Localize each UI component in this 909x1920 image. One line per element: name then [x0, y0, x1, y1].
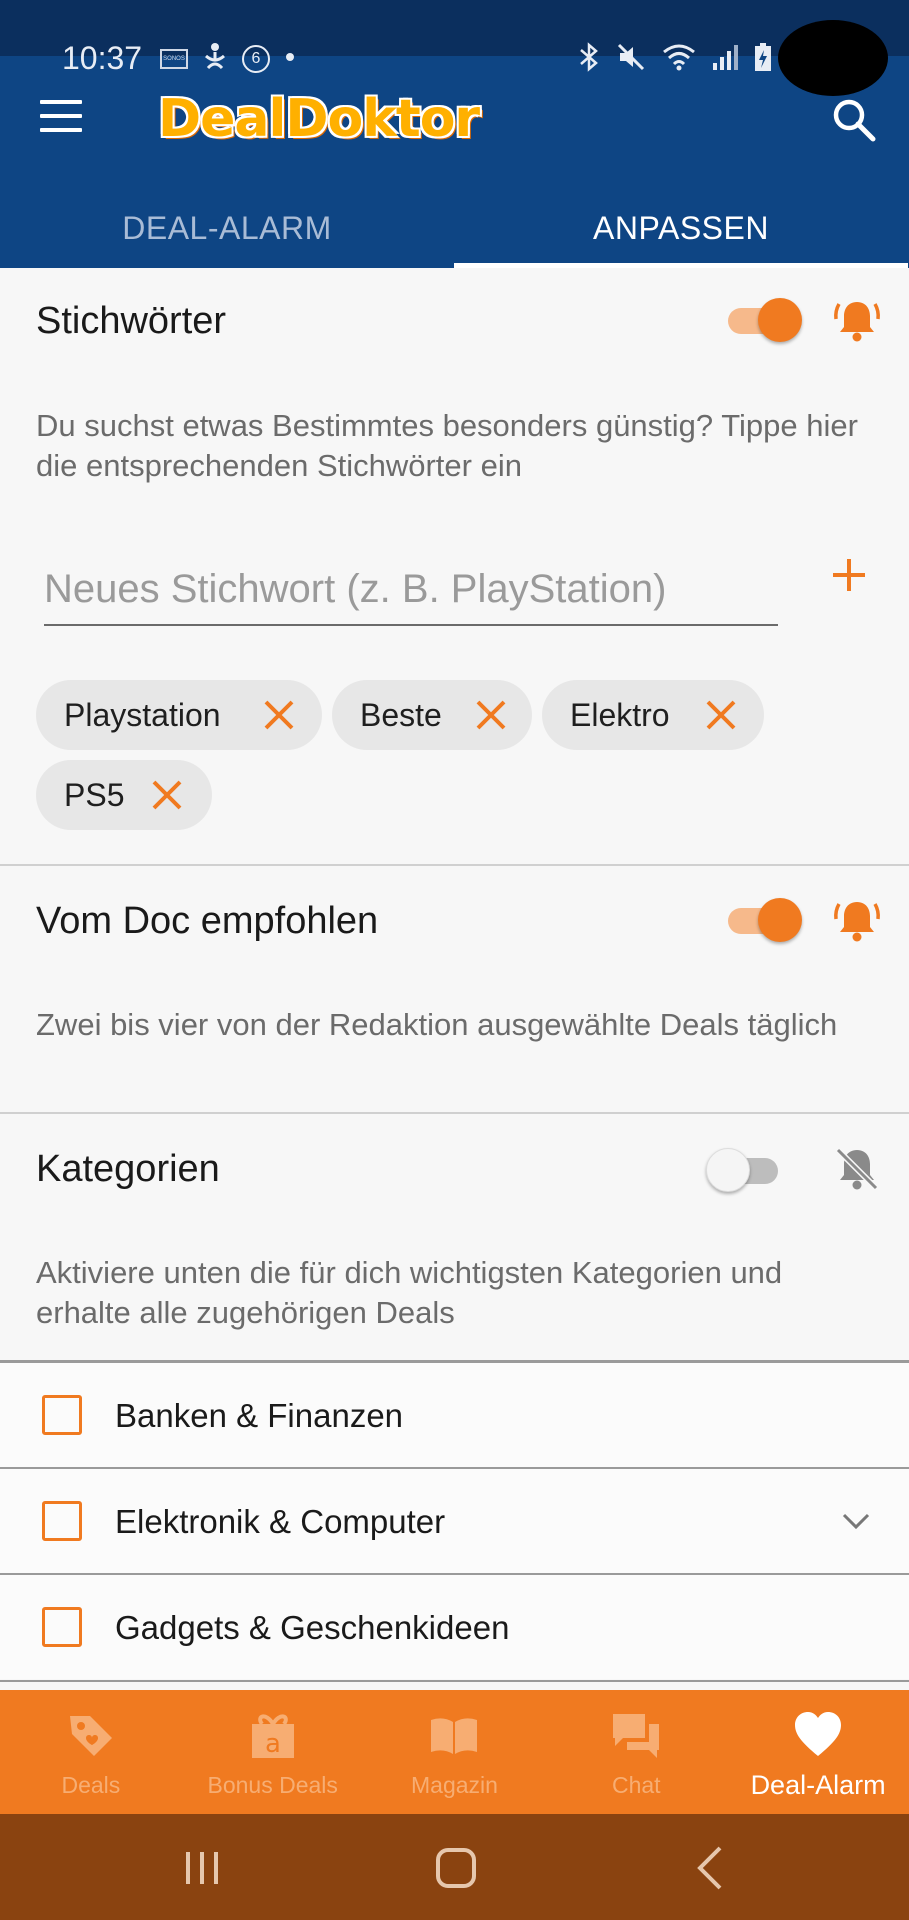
nav-label: Deal-Alarm	[750, 1770, 886, 1800]
categories-toggle[interactable]	[706, 1148, 784, 1192]
categories-description: Aktiviere unten die für dich wichtigsten…	[36, 1255, 783, 1330]
category-label: Elektronik & Computer	[115, 1503, 446, 1540]
status-right-icons	[578, 42, 772, 77]
hamburger-menu-icon[interactable]	[40, 100, 84, 134]
keyword-chip: Elektro	[542, 680, 764, 750]
system-navigation-bar	[0, 1814, 909, 1920]
remove-chip-icon[interactable]	[474, 698, 508, 732]
svg-text:a: a	[265, 1729, 281, 1759]
nav-deals[interactable]: Deals	[0, 1690, 182, 1814]
bell-off-icon[interactable]	[832, 1144, 882, 1194]
bluetooth-icon	[578, 42, 600, 77]
nav-label: Chat	[611, 1772, 661, 1798]
gift-icon: a	[246, 1708, 300, 1762]
status-left-icons: SONOS 6	[160, 42, 296, 75]
tab-bar: DEAL-ALARM ANPASSEN	[0, 188, 909, 268]
category-label: Banken & Finanzen	[115, 1397, 404, 1434]
wifi-icon	[662, 43, 696, 76]
chip-label: Beste	[360, 696, 442, 733]
chip-label: PS5	[64, 776, 125, 813]
status-time: 10:37	[62, 40, 143, 76]
sonos-icon: SONOS	[160, 48, 188, 69]
categories-title: Kategorien	[36, 1148, 220, 1190]
keyword-input-field	[44, 556, 778, 626]
logo-part-deal: Deal	[158, 89, 286, 149]
chip-label: Playstation	[64, 696, 221, 733]
doc-recommended-description: Zwei bis vier von der Redaktion ausgewäh…	[36, 1007, 838, 1042]
nav-label: Deals	[61, 1772, 121, 1798]
notification-count-icon: 6	[242, 44, 270, 73]
keywords-title: Stichwörter	[36, 300, 227, 342]
category-checkbox[interactable]	[42, 1607, 82, 1647]
tag-icon	[64, 1708, 118, 1762]
section-divider	[0, 1112, 909, 1114]
category-label: Gadgets & Geschenkideen	[115, 1609, 510, 1646]
home-icon[interactable]	[428, 1840, 484, 1896]
dot-icon	[284, 50, 296, 68]
nav-bonus-deals[interactable]: a Bonus Deals	[182, 1690, 364, 1814]
front-camera-cutout	[778, 20, 888, 96]
bottom-navigation: Deals a Bonus Deals Magazin Chat Deal-Al…	[0, 1690, 909, 1814]
chat-icon	[609, 1708, 663, 1762]
tab-deal-alarm[interactable]: DEAL-ALARM	[0, 188, 454, 268]
remove-chip-icon[interactable]	[704, 698, 738, 732]
search-icon[interactable]	[830, 96, 878, 144]
heart-icon	[791, 1708, 845, 1762]
keyword-chip: PS5	[36, 760, 212, 830]
back-icon[interactable]	[684, 1840, 740, 1896]
category-row-elektronik[interactable]: Elektronik & Computer	[0, 1469, 909, 1573]
row-divider	[0, 1680, 909, 1682]
battery-icon	[754, 42, 772, 77]
yoga-icon	[202, 42, 228, 75]
doc-recommended-toggle[interactable]	[722, 898, 802, 942]
bell-ringing-icon[interactable]	[832, 896, 882, 946]
nav-label: Bonus Deals	[207, 1772, 338, 1798]
keywords-description: Du suchst etwas Bestimmtes besonders gün…	[36, 408, 858, 483]
remove-chip-icon[interactable]	[150, 778, 184, 812]
section-divider	[0, 864, 909, 866]
keyword-chip: Playstation	[36, 680, 322, 750]
plus-icon[interactable]	[826, 552, 872, 598]
recents-icon[interactable]	[174, 1840, 230, 1896]
category-checkbox[interactable]	[42, 1501, 82, 1541]
bell-ringing-icon[interactable]	[832, 296, 882, 346]
category-checkbox[interactable]	[42, 1395, 82, 1435]
nav-label: Magazin	[411, 1772, 498, 1798]
book-icon	[427, 1708, 481, 1762]
doc-recommended-title: Vom Doc empfohlen	[36, 900, 379, 942]
category-row-banken[interactable]: Banken & Finanzen	[0, 1363, 909, 1467]
keywords-toggle[interactable]	[722, 298, 802, 342]
chip-label: Elektro	[570, 696, 670, 733]
nav-chat[interactable]: Chat	[545, 1690, 727, 1814]
app-screen: 10:37 SONOS 6 Deal Doktor DEAL-ALARM ANP…	[0, 0, 909, 1920]
category-row-gadgets[interactable]: Gadgets & Geschenkideen	[0, 1575, 909, 1679]
tab-anpassen[interactable]: ANPASSEN	[454, 188, 908, 268]
keyword-input[interactable]	[44, 556, 778, 622]
chevron-down-icon[interactable]	[838, 1503, 874, 1539]
signal-icon	[712, 43, 738, 76]
keyword-chip: Beste	[332, 680, 532, 750]
remove-chip-icon[interactable]	[262, 698, 296, 732]
logo-part-doktor: Doktor	[285, 89, 480, 149]
nav-magazin[interactable]: Magazin	[364, 1690, 546, 1814]
nav-deal-alarm[interactable]: Deal-Alarm	[727, 1690, 909, 1814]
mute-icon	[616, 42, 646, 77]
dealdoktor-logo: Deal Doktor	[158, 88, 480, 150]
